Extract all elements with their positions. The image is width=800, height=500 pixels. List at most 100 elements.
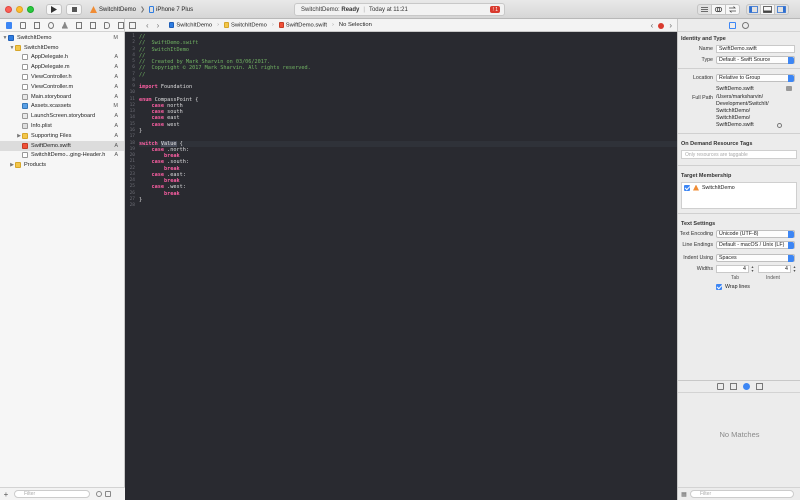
recent-files-icon[interactable]	[96, 491, 102, 497]
tree-item[interactable]: AppDelegate.h A	[0, 53, 124, 63]
toolbar: SwitchItDemo ❯ iPhone 7 Plus SwitchItDem…	[0, 0, 800, 19]
tree-item[interactable]: SwitchItDemo...ging-Header.h A	[0, 151, 124, 161]
tree-item[interactable]: Main.storyboard A	[0, 92, 124, 102]
app-target-icon	[90, 6, 97, 13]
widths-row: Widths 4 ▲ ▼ 4 ▲ ▼	[678, 263, 800, 274]
library-filter-input[interactable]: Filter	[690, 490, 794, 498]
quick-help-icon[interactable]	[742, 21, 749, 29]
code-token: switch	[139, 140, 158, 147]
breadcrumb-item[interactable]: SwitchItDemo	[169, 21, 213, 29]
media-library-icon[interactable]	[755, 383, 763, 390]
tree-item[interactable]: ▶ Products	[0, 160, 124, 170]
reveal-in-finder-icon[interactable]	[777, 123, 782, 128]
tree-item[interactable]: ▼ SwitchItDemo	[0, 43, 124, 53]
close-window-button[interactable]	[5, 6, 12, 13]
warning-icon[interactable]	[61, 21, 68, 29]
breadcrumb-item[interactable]: SwitchItDemo	[224, 21, 267, 28]
indent-popup[interactable]: Spaces	[716, 253, 795, 262]
breadcrumb-item[interactable]: No Selection	[339, 22, 372, 28]
test-icon[interactable]	[75, 21, 82, 29]
code-token: .north:	[164, 146, 189, 153]
scm-status-filter-icon[interactable]	[105, 491, 111, 497]
tree-item-label: ViewController.m	[31, 83, 74, 90]
source-control-icon[interactable]	[19, 21, 26, 29]
xcode-window: SwitchItDemo ❯ iPhone 7 Plus SwitchItDem…	[0, 0, 800, 500]
tree-item[interactable]: AppDelegate.m A	[0, 62, 124, 72]
checkbox-checked-icon[interactable]	[684, 184, 690, 191]
object-library-icon[interactable]	[742, 383, 750, 390]
odr-tags-field[interactable]: Only resources are taggable	[681, 150, 797, 159]
wrap-lines-checkbox[interactable]	[716, 283, 722, 290]
tree-item[interactable]: ViewController.h A	[0, 72, 124, 82]
assistant-editor-button[interactable]	[711, 4, 726, 15]
toggle-navigator-button[interactable]	[746, 4, 761, 15]
type-value: Default - Swift Source	[719, 56, 771, 63]
debug-icon[interactable]	[89, 21, 96, 29]
tab-width-field[interactable]: 4	[716, 264, 749, 273]
project-navigator: ▼ SwitchItDemo M ▼ SwitchItDemo AppDelegate.h…	[0, 19, 125, 500]
breakpoint-icon[interactable]	[103, 21, 110, 29]
source-editor[interactable]: 1//2// SwiftDemo.swift 3// SwitchItDemo 4/…	[125, 32, 677, 500]
tree-item-label: Supporting Files	[31, 132, 72, 139]
tree-item[interactable]: ▼ SwitchItDemo M	[0, 33, 124, 43]
grid-view-icon[interactable]: ▦	[678, 491, 690, 498]
code-text[interactable]: 1//2// SwiftDemo.swift 3// SwitchItDemo 4/…	[130, 34, 677, 209]
run-button[interactable]	[46, 4, 62, 15]
report-icon[interactable]	[117, 21, 125, 29]
code-line[interactable]: 28	[130, 203, 677, 209]
symbol-icon[interactable]	[33, 21, 40, 29]
next-issue-arrow-icon[interactable]: ›	[669, 21, 672, 30]
stop-button[interactable]	[66, 4, 82, 15]
standard-editor-button[interactable]	[697, 4, 712, 15]
tree-item-label: SwitchItDemo	[17, 34, 52, 41]
tree-item[interactable]: ViewController.m A	[0, 82, 124, 92]
toggle-debug-area-button[interactable]	[760, 4, 775, 15]
file-inspector-icon[interactable]	[729, 21, 736, 29]
folder-icon[interactable]	[6, 21, 12, 29]
related-items-icon[interactable]	[129, 21, 136, 29]
name-field[interactable]: SwiftDemo.swift	[716, 44, 795, 53]
tree-item[interactable]: SwiftDemo.swift A	[0, 140, 124, 151]
code-snippet-icon[interactable]	[729, 383, 737, 390]
inspector-tabs	[678, 19, 800, 32]
back-arrow-icon[interactable]: ‹	[146, 21, 149, 30]
folder-icon	[15, 44, 21, 51]
file-template-icon[interactable]	[716, 383, 724, 390]
error-badge[interactable]: ! 1	[490, 6, 500, 13]
popup-arrow-icon	[788, 74, 794, 82]
version-editor-button[interactable]	[725, 4, 740, 15]
name-row: Name SwiftDemo.swift	[678, 43, 800, 54]
zoom-window-button[interactable]	[27, 6, 34, 13]
navigator-filter-input[interactable]: Filter	[14, 490, 90, 498]
error-indicator-icon[interactable]	[658, 22, 665, 29]
tree-item[interactable]: Info.plist A	[0, 121, 124, 131]
history-navigation: ‹ ›	[146, 21, 159, 30]
target-row[interactable]: SwitchItDemo	[682, 183, 796, 192]
add-file-button[interactable]: +	[0, 490, 12, 499]
indent-width-field[interactable]: 4	[758, 264, 791, 273]
tree-item[interactable]: ▶ Supporting Files A	[0, 131, 124, 141]
prev-issue-arrow-icon[interactable]: ‹	[651, 21, 654, 30]
code-token: .west:	[164, 184, 186, 191]
forward-arrow-icon[interactable]: ›	[157, 21, 160, 30]
toggle-utilities-button[interactable]	[774, 4, 789, 15]
location-popup[interactable]: Relative to Group	[716, 73, 795, 82]
line-endings-popup[interactable]: Default - macOS / Unix (LF)	[716, 240, 795, 249]
indent-width-stepper[interactable]: ▲ ▼	[792, 265, 797, 273]
tree-item[interactable]: Assets.xcassets M	[0, 102, 124, 112]
library-empty-state: No Matches	[719, 430, 760, 439]
encoding-popup[interactable]: Unicode (UTF-8)	[716, 229, 795, 238]
breadcrumb-label: SwitchItDemo	[176, 22, 213, 29]
search-icon[interactable]	[47, 21, 54, 29]
filter-options	[96, 491, 111, 497]
type-popup[interactable]: Default - Swift Source	[716, 55, 795, 64]
minimize-window-button[interactable]	[16, 6, 23, 13]
tab-width-stepper[interactable]: ▲ ▼	[750, 265, 755, 273]
folder-icon[interactable]	[786, 86, 792, 91]
tree-item-label: AppDelegate.m	[31, 64, 70, 71]
scheme-selector[interactable]: SwitchItDemo ❯ iPhone 7 Plus	[90, 4, 193, 15]
breadcrumb-item[interactable]: SwiftDemo.swift	[278, 21, 327, 28]
fullpath-row: Full Path /Users/marksharvin/Development…	[678, 94, 800, 130]
tree-item[interactable]: LaunchScreen.storyboard A	[0, 111, 124, 121]
